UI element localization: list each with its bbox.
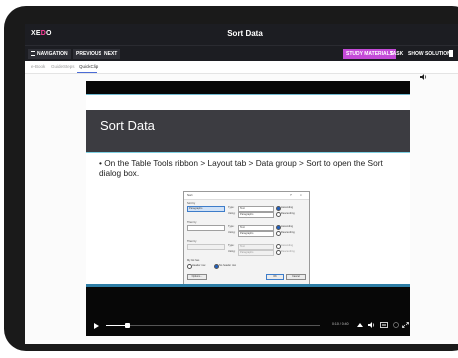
then-by-select	[187, 244, 225, 250]
captions-icon[interactable]	[380, 322, 388, 328]
then-by-label: Then by	[187, 221, 197, 224]
bookmark-icon[interactable]	[449, 50, 453, 57]
bullet-keyword: Table Tools	[131, 158, 173, 168]
cancel-button: Cancel	[286, 274, 306, 280]
seek-handle[interactable]	[124, 323, 130, 328]
tab-ebook[interactable]: e-Book	[31, 64, 45, 69]
tab-quickclip[interactable]: QuickClip	[79, 64, 98, 69]
descending-label: Descending	[281, 250, 295, 253]
tablet-frame: XEDO Sort Data NAVIGATION PREVIOUS NEXT …	[4, 6, 458, 351]
next-button[interactable]: NEXT	[101, 49, 121, 59]
help-icon: ?	[290, 193, 292, 197]
task-button[interactable]: TASK	[387, 49, 406, 59]
dialog-title: Sort	[187, 193, 193, 197]
sort-by-select: Paragraphs	[187, 206, 225, 212]
slide-accent-line	[86, 94, 410, 95]
slide-bullet: • On the Table Tools ribbon > Layout tab…	[99, 158, 399, 178]
play-icon[interactable]	[94, 323, 99, 329]
page-title: Sort Data	[227, 29, 263, 38]
close-icon: ×	[300, 193, 302, 197]
bullet-text: tab >	[232, 158, 256, 168]
slide-title: Sort Data	[100, 118, 155, 133]
then-by-select	[187, 225, 225, 231]
bullet-keyword: Data	[255, 158, 274, 168]
slide-title-underline	[86, 152, 410, 153]
sort-by-value: Paragraphs	[189, 207, 203, 210]
video-player[interactable]: Sort Data • On the Table Tools ribbon > …	[86, 81, 410, 336]
type-value: Text	[240, 207, 245, 210]
type-value: Text	[240, 226, 245, 229]
using-label: Using:	[228, 231, 236, 234]
using-value: Paragraphs	[240, 251, 254, 254]
bullet-keyword: Sort	[306, 158, 322, 168]
time-display: 0:10 / 0:40	[332, 322, 349, 326]
using-value: Paragraphs	[240, 232, 254, 235]
using-select: Paragraphs	[238, 231, 274, 237]
using-label: Using:	[228, 212, 236, 215]
then-by-label: Then by	[187, 240, 197, 243]
using-value: Paragraphs	[240, 213, 254, 216]
dialog-header: Sort ? ×	[184, 192, 309, 200]
tab-bar: e-Book GuideSteps QuickClip	[25, 61, 458, 74]
using-label: Using:	[228, 250, 236, 253]
bullet-text: group >	[273, 158, 307, 168]
no-header-row-label: No header row	[219, 264, 237, 267]
bullet-keyword: Layout	[207, 158, 233, 168]
ascending-label: Ascending	[281, 206, 294, 209]
nav-bar: NAVIGATION PREVIOUS NEXT STUDY MATERIALS…	[25, 45, 458, 62]
using-select: Paragraphs	[238, 250, 274, 256]
options-button: Options...	[187, 274, 207, 280]
header-row-label: Header row	[192, 264, 206, 267]
ok-button: OK	[266, 274, 284, 280]
ascending-label: Ascending	[281, 225, 294, 228]
type-label: Type:	[228, 244, 235, 247]
title-bar: XEDO Sort Data	[25, 24, 458, 45]
navigation-button[interactable]: NAVIGATION	[28, 49, 71, 59]
bullet-text: ribbon >	[172, 158, 208, 168]
active-tab-indicator	[77, 72, 97, 73]
descending-label: Descending	[281, 231, 295, 234]
my-list-has-label: My list has	[187, 259, 200, 262]
fullscreen-icon[interactable]	[402, 322, 409, 328]
tab-guidesteps[interactable]: GuideSteps	[51, 64, 75, 69]
sort-dialog-image: Sort ? × Sort by Paragraphs Type: Text U…	[183, 191, 310, 285]
show-solution-button[interactable]: SHOW SOLUTION	[405, 49, 454, 59]
menu-icon	[31, 51, 35, 57]
slide: Sort Data • On the Table Tools ribbon > …	[86, 94, 410, 285]
sort-by-label: Sort by	[187, 202, 196, 205]
app-screen: XEDO Sort Data NAVIGATION PREVIOUS NEXT …	[25, 24, 458, 344]
descending-label: Descending	[281, 212, 295, 215]
using-select: Paragraphs	[238, 212, 274, 218]
volume-icon[interactable]	[420, 74, 428, 80]
settings-icon[interactable]	[356, 322, 364, 328]
player-controls: 0:10 / 0:40	[86, 318, 410, 334]
slide-footer-band	[86, 284, 410, 287]
navigation-label: NAVIGATION	[37, 51, 68, 57]
type-value: Text	[240, 245, 245, 248]
seek-bar[interactable]	[106, 323, 320, 328]
bullet-text: • On the	[99, 158, 132, 168]
volume-control-icon[interactable]	[368, 322, 376, 328]
speed-icon[interactable]	[392, 322, 400, 328]
type-label: Type:	[228, 206, 235, 209]
type-label: Type:	[228, 225, 235, 228]
ascending-label: Ascending	[281, 244, 294, 247]
